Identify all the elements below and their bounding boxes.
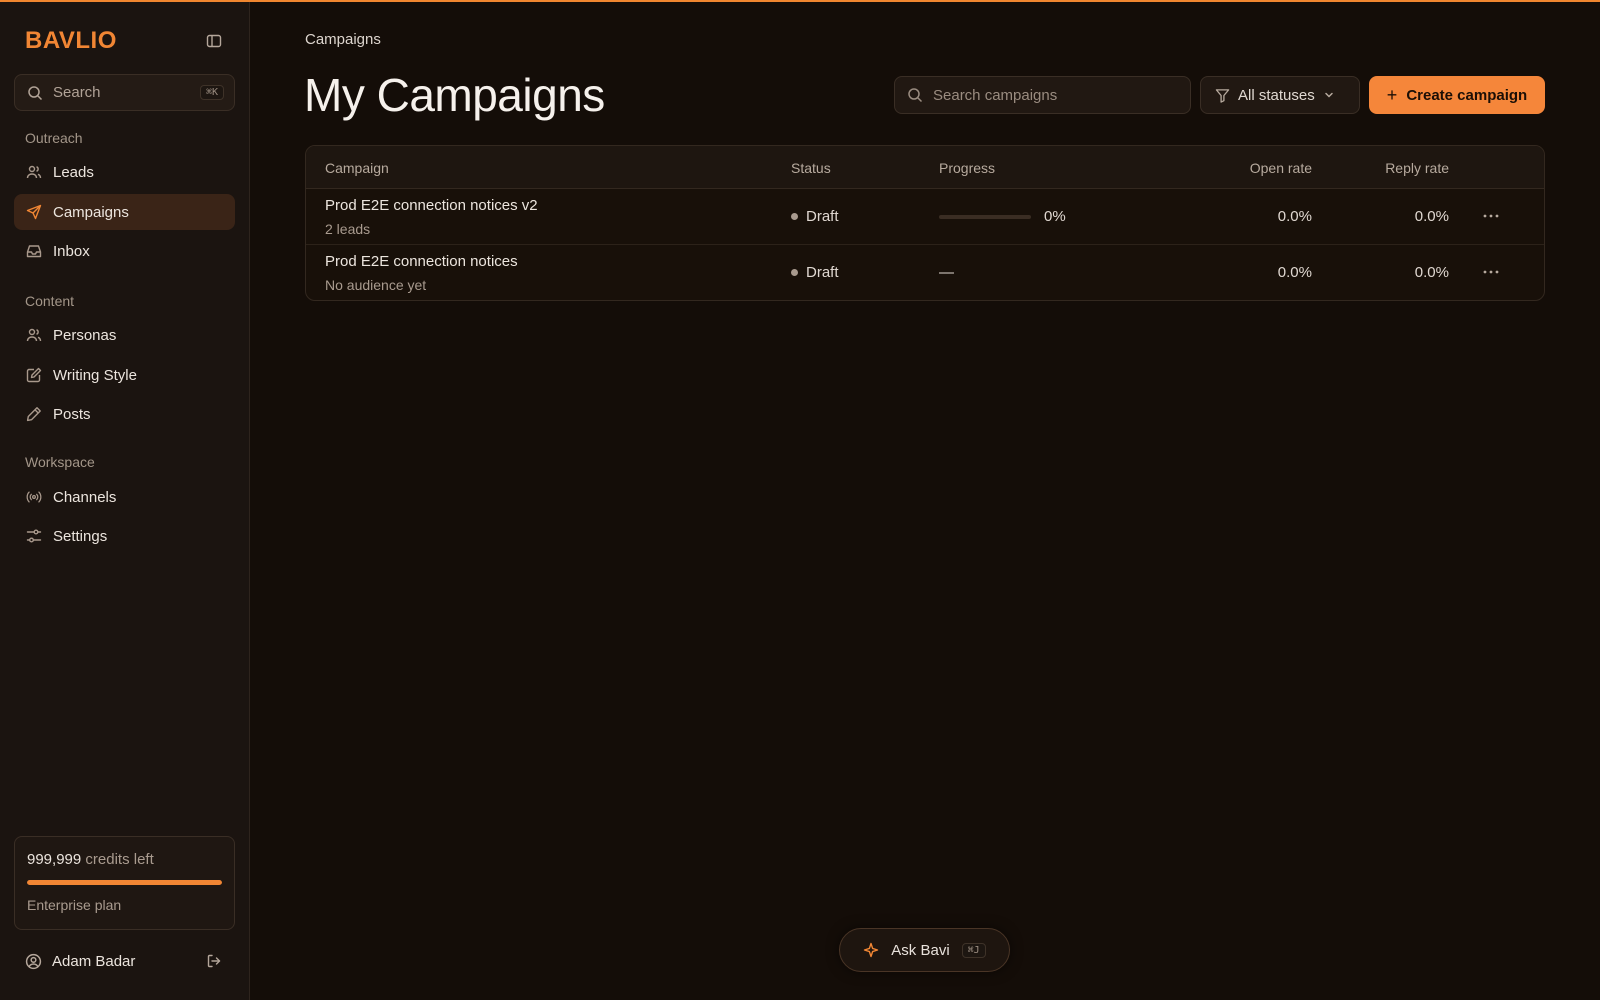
search-icon (907, 87, 923, 103)
search-icon (27, 85, 43, 101)
status-label: Draft (806, 264, 839, 281)
progress-cell: 0% (939, 208, 1066, 225)
more-options-icon[interactable] (1478, 261, 1504, 283)
table-row[interactable]: Prod E2E connection notices v2 2 leads D… (306, 189, 1544, 245)
sidebar-search-label: Search (53, 84, 101, 101)
campaign-subtitle: 2 leads (325, 221, 371, 237)
filter-icon (1215, 88, 1230, 103)
sidebar-item-personas[interactable]: Personas (14, 317, 235, 353)
sidebar-item-label: Posts (53, 405, 91, 423)
more-options-icon[interactable] (1478, 205, 1504, 227)
column-header-reply-rate: Reply rate (1385, 160, 1449, 176)
sidebar-toggle-icon[interactable] (203, 30, 225, 52)
breadcrumb[interactable]: Campaigns (305, 31, 381, 48)
open-rate-value: 0.0% (1277, 208, 1312, 225)
section-label-outreach: Outreach (25, 130, 83, 146)
plan-label: Enterprise plan (27, 897, 122, 913)
create-campaign-label: Create campaign (1406, 86, 1528, 104)
search-shortcut: ⌘K (199, 85, 224, 100)
reply-rate-value: 0.0% (1414, 264, 1449, 281)
status-label: Draft (806, 208, 839, 225)
edit-icon (26, 367, 42, 383)
users-icon (26, 164, 42, 180)
progress-value: 0% (1044, 208, 1066, 225)
sidebar-item-channels[interactable]: Channels (14, 479, 235, 515)
sidebar-item-label: Settings (53, 527, 108, 545)
sidebar-item-writing-style[interactable]: Writing Style (14, 357, 235, 393)
pencil-icon (26, 406, 42, 422)
progress-bar (939, 214, 1031, 219)
open-rate-value: 0.0% (1277, 264, 1312, 281)
user-name[interactable]: Adam Badar (52, 953, 203, 970)
status-badge: Draft (791, 208, 839, 225)
sliders-icon (26, 528, 42, 544)
sidebar-item-leads[interactable]: Leads (14, 154, 235, 190)
status-dot (791, 269, 798, 276)
section-label-content: Content (25, 293, 75, 309)
campaign-search[interactable] (894, 76, 1191, 114)
campaign-name[interactable]: Prod E2E connection notices (325, 253, 518, 270)
inbox-icon (26, 243, 42, 259)
ask-bavi-shortcut: ⌘J (961, 942, 986, 958)
sidebar-search[interactable]: Search ⌘K (14, 74, 235, 111)
logo[interactable]: BAVLIO (25, 27, 117, 55)
section-label-workspace: Workspace (25, 454, 95, 470)
campaigns-table: Campaign Status Progress Open rate Reply… (305, 145, 1545, 301)
credits-bar (27, 880, 222, 885)
users-icon (26, 327, 42, 343)
logout-icon[interactable] (203, 950, 225, 972)
sidebar-item-settings[interactable]: Settings (14, 518, 235, 554)
credits-amount: 999,999 (27, 851, 82, 868)
user-avatar-icon[interactable] (25, 953, 42, 970)
logo-row: BAVLIO (25, 26, 225, 56)
sidebar: BAVLIO Search ⌘K Outreach Leads Campaign… (0, 2, 250, 1000)
column-header-open-rate: Open rate (1249, 160, 1312, 176)
ask-bavi-label: Ask Bavi (891, 941, 950, 959)
sidebar-item-posts[interactable]: Posts (14, 396, 235, 432)
page-title: My Campaigns (304, 69, 605, 121)
sidebar-item-label: Writing Style (53, 366, 137, 384)
sidebar-item-label: Leads (53, 163, 94, 181)
campaign-subtitle: No audience yet (325, 277, 427, 293)
campaign-name[interactable]: Prod E2E connection notices v2 (325, 197, 538, 214)
sidebar-item-label: Personas (53, 326, 117, 344)
status-badge: Draft (791, 264, 839, 281)
reply-rate-value: 0.0% (1414, 208, 1449, 225)
progress-value: — (939, 264, 954, 281)
sidebar-item-label: Channels (53, 488, 117, 506)
status-dot (791, 213, 798, 220)
credits-bar-fill (27, 880, 222, 885)
status-filter-dropdown[interactable]: All statuses (1200, 76, 1360, 114)
status-filter-label: All statuses (1238, 86, 1315, 104)
table-row[interactable]: Prod E2E connection notices No audience … (306, 245, 1544, 300)
send-icon (26, 204, 42, 220)
plus-icon: + (1386, 85, 1398, 105)
credits-card: 999,999 credits left Enterprise plan (14, 836, 235, 930)
table-header: Campaign Status Progress Open rate Reply… (306, 146, 1544, 189)
column-header-status: Status (791, 160, 831, 176)
credits-line: 999,999 credits left (27, 851, 222, 868)
sparkle-icon (863, 942, 879, 958)
ask-bavi-button[interactable]: Ask Bavi ⌘J (839, 928, 1010, 972)
credits-suffix: credits left (85, 851, 154, 868)
column-header-campaign: Campaign (325, 160, 389, 176)
sidebar-item-label: Inbox (53, 242, 90, 260)
chevron-down-icon (1323, 89, 1335, 101)
sidebar-item-inbox[interactable]: Inbox (14, 233, 235, 269)
create-campaign-button[interactable]: + Create campaign (1369, 76, 1545, 114)
sidebar-item-campaigns[interactable]: Campaigns (14, 194, 235, 230)
campaign-search-input[interactable] (933, 86, 1173, 104)
column-header-progress: Progress (939, 160, 996, 176)
user-row: Adam Badar (25, 949, 225, 973)
sidebar-item-label: Campaigns (53, 203, 129, 221)
broadcast-icon (26, 489, 42, 505)
